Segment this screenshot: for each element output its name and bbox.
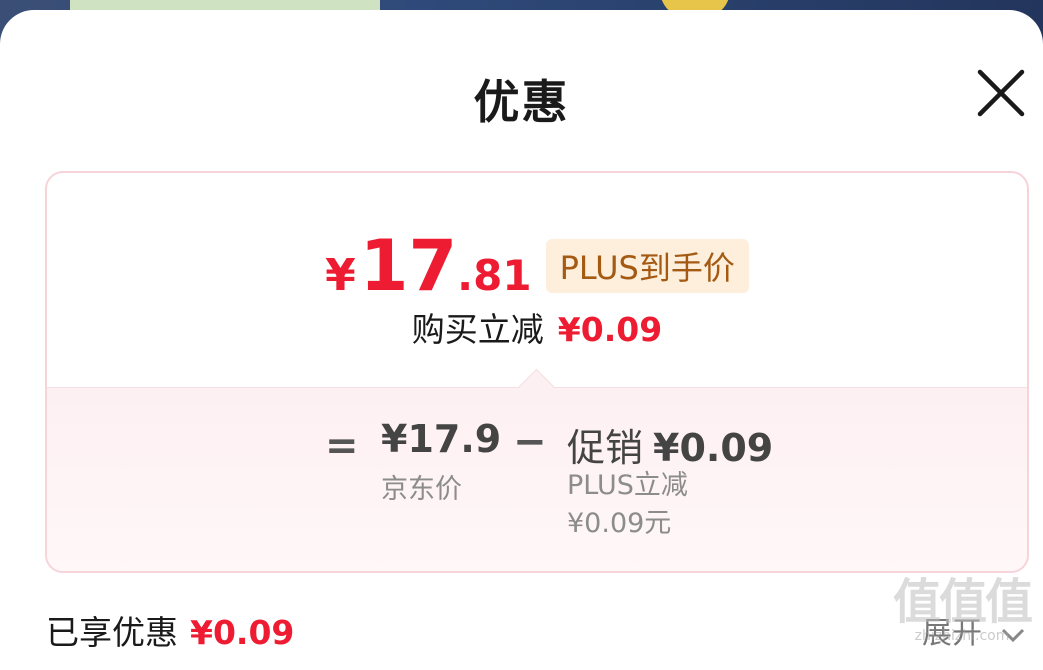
reduction-amount: ¥0.09 — [557, 310, 663, 349]
final-price: ¥ 17 .81 — [325, 231, 531, 301]
final-price-row: ¥ 17 .81 PLUS到手价 — [47, 221, 1027, 301]
sheet-title: 优惠 — [473, 75, 570, 129]
equals-sign: = — [325, 423, 359, 469]
promotion: 促销 ¥0.09 — [567, 417, 773, 472]
price-breakdown — [47, 387, 1027, 571]
plus-price-badge: PLUS到手价 — [545, 239, 749, 293]
minus-sign: − — [513, 419, 547, 465]
purchase-reduction: 购买立减 ¥0.09 — [47, 303, 1027, 351]
discount-sheet: 优惠 ¥ 17 .81 PLUS到手价 购买立减 ¥0.09 = ¥17.9 京东… — [0, 10, 1043, 670]
enjoyed-amount: ¥0.09 — [190, 613, 295, 652]
watermark-site: zhizhizhi.com — [914, 628, 1010, 644]
price-decimal: .81 — [457, 251, 532, 300]
close-button[interactable] — [972, 66, 1028, 122]
price-card: ¥ 17 .81 PLUS到手价 购买立减 ¥0.09 = ¥17.9 京东价 −… — [45, 171, 1029, 573]
plus-reduction-label: PLUS立减 — [567, 470, 688, 501]
close-icon — [977, 69, 1025, 117]
watermark: 值值值 zhizhizhi.com — [892, 574, 1033, 652]
promotion-amount: ¥0.09 — [653, 426, 774, 470]
currency-symbol: ¥ — [325, 250, 356, 301]
enjoyed-discount: 已享优惠 ¥0.09 — [46, 606, 294, 654]
reduction-label: 购买立减 — [411, 310, 544, 349]
jd-price-value: ¥17.9 — [381, 417, 502, 461]
plus-reduction-amount: ¥0.09元 — [567, 508, 672, 539]
jd-price-label: 京东价 — [381, 474, 462, 505]
enjoyed-label: 已享优惠 — [46, 613, 178, 652]
promotion-label: 促销 — [567, 426, 644, 470]
promotion-detail: PLUS立减 ¥0.09元 — [567, 467, 688, 543]
price-integer: 17 — [359, 225, 458, 307]
watermark-logo: 值值值 — [892, 574, 1033, 630]
